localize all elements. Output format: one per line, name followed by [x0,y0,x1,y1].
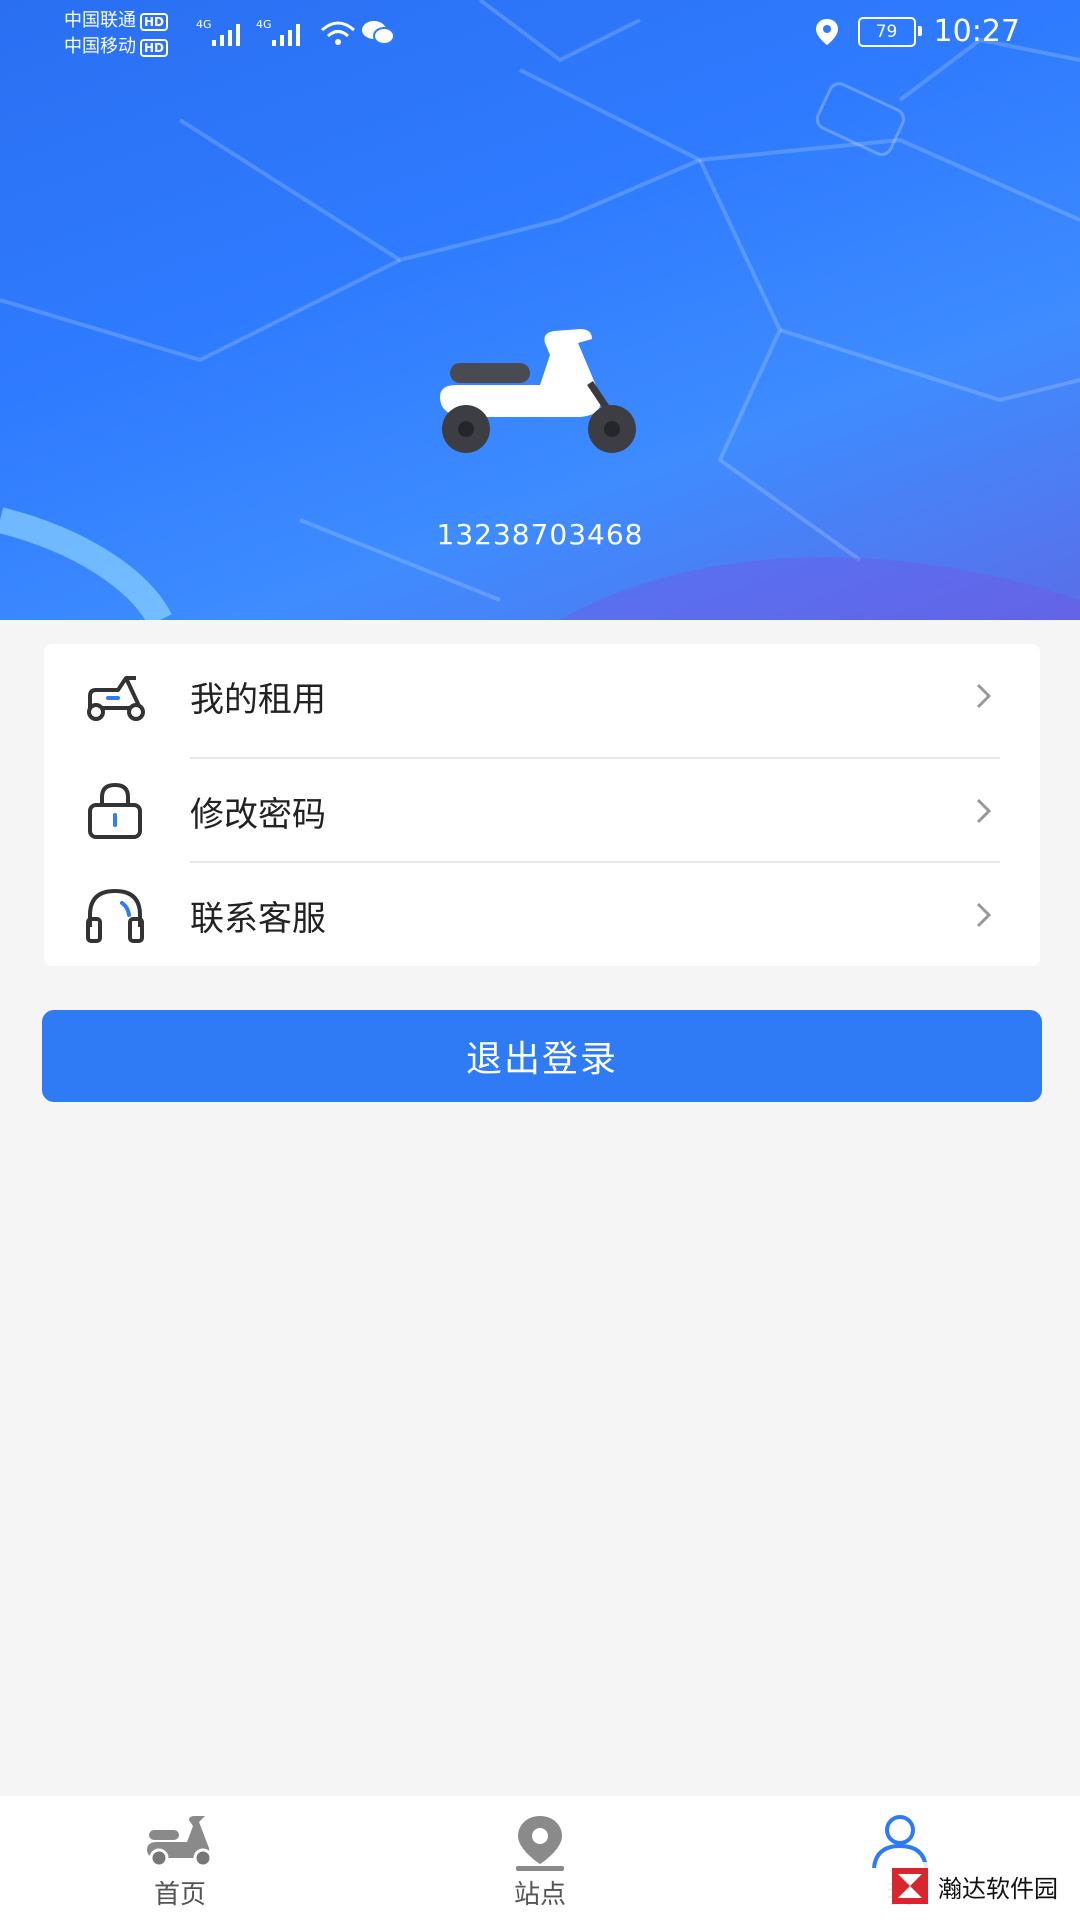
svg-text:4G: 4G [256,18,272,31]
menu-item-label: 我的租用 [190,679,326,720]
tab-stations[interactable]: 站点 [440,1796,640,1920]
clock: 10:27 [933,14,1020,49]
watermark: 瀚达软件园 [884,1862,1062,1910]
svg-text:4G: 4G [196,18,212,31]
tab-label: 站点 [513,1880,566,1910]
menu-item-customer-service[interactable]: 联系客服 [44,863,1040,967]
signal-icon: 4G [256,18,300,46]
location-pin-icon [516,1816,564,1871]
avatar [440,329,636,453]
watermark-text: 瀚达软件园 [938,1874,1058,1903]
wifi-icon [321,21,355,45]
status-bar: 中国联通 HD 中国移动 HD 4G 4G 79 10:27 [0,0,1080,70]
scooter-icon [87,676,145,721]
watermark-logo-icon [892,1868,928,1904]
wechat-icon [362,21,395,45]
carrier-secondary: 中国移动 HD [64,36,169,58]
menu-item-label: 修改密码 [190,794,326,835]
chevron-right-icon [976,798,992,824]
menu-item-label: 联系客服 [190,898,326,939]
menu-card: 我的租用 修改密码 联系客服 [44,644,1040,966]
tab-label: 首页 [153,1880,206,1910]
scooter-icon [147,1816,213,1866]
menu-item-my-rentals[interactable]: 我的租用 [44,644,1040,748]
user-phone: 13238703468 [436,518,644,551]
tab-home[interactable]: 首页 [80,1796,280,1920]
menu-item-change-password[interactable]: 修改密码 [44,759,1040,863]
lock-icon [88,782,142,839]
profile-header: 中国联通 HD 中国移动 HD 4G 4G 79 10:27 132387034… [0,0,1080,620]
battery-indicator: 79 [857,16,922,47]
location-icon [815,18,838,45]
chevron-right-icon [976,683,992,709]
signal-icon: 4G [196,18,240,46]
logout-button[interactable]: 退出登录 [42,1010,1042,1102]
headset-icon [86,888,144,943]
chevron-right-icon [976,902,992,928]
carrier-primary: 中国联通 HD [64,10,169,32]
